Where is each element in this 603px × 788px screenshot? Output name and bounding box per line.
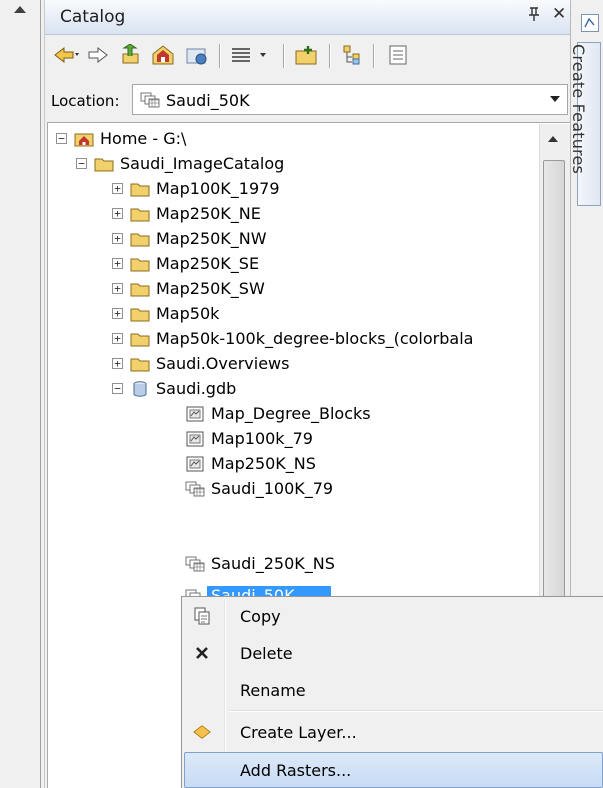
expand-icon[interactable]: +	[112, 233, 123, 244]
tree-item-label: Map100K_1979	[156, 179, 280, 198]
tree-item-label: Map250K_SW	[156, 279, 265, 298]
home-folder-icon	[74, 131, 94, 147]
tree-item-raster-dataset[interactable]: Map250K_NS	[185, 451, 316, 476]
expand-icon[interactable]: +	[112, 333, 123, 344]
copy-icon	[193, 607, 211, 625]
folder-icon	[130, 281, 150, 297]
menu-item-label: Rename	[240, 680, 306, 700]
expand-icon[interactable]: +	[112, 358, 123, 369]
tree-item-folder[interactable]: + Saudi.Overviews	[112, 351, 289, 376]
raster-dataset-icon	[185, 456, 205, 472]
tree-item-label: Saudi_ImageCatalog	[120, 154, 285, 173]
tree-item-label: Map250K_NE	[156, 204, 261, 223]
connect-folder-icon[interactable]	[183, 43, 211, 67]
menu-item-label: Delete	[240, 643, 293, 663]
tree-item-mosaic-dataset[interactable]: Saudi_100K_79	[185, 476, 333, 501]
tree-item-label: Saudi_100K_79	[211, 479, 334, 498]
tree-item-label: Map250K_SE	[156, 254, 260, 273]
menu-item-delete[interactable]: Delete	[183, 636, 603, 670]
tree-item-label: Saudi_250K_NS	[211, 554, 335, 573]
location-label: Location:	[51, 92, 120, 110]
pin-icon[interactable]	[527, 6, 541, 26]
menu-separator	[229, 710, 603, 712]
tree-item-folder[interactable]: + Map250K_NW	[112, 226, 267, 251]
folder-icon	[130, 206, 150, 222]
up-one-level-icon[interactable]	[117, 43, 143, 67]
back-arrow-icon[interactable]	[52, 43, 82, 67]
expand-icon[interactable]: +	[112, 183, 123, 194]
tree-item-folder[interactable]: + Map250K_SE	[112, 251, 259, 276]
expand-icon[interactable]: +	[112, 208, 123, 219]
new-item-icon[interactable]	[293, 43, 321, 67]
close-icon[interactable]: ✕	[552, 4, 566, 24]
menu-item-add-rasters[interactable]: Add Rasters...	[183, 753, 603, 787]
menu-item-create-layer[interactable]: Create Layer...	[183, 715, 603, 749]
catalog-toolbar	[47, 38, 567, 75]
menu-item-copy[interactable]: Copy	[183, 599, 603, 633]
layer-diamond-icon	[193, 723, 211, 741]
scroll-up-arrow-icon[interactable]	[14, 6, 26, 13]
tree-item-image-catalog[interactable]: − Saudi_ImageCatalog	[76, 151, 284, 176]
tree-item-folder[interactable]: + Map50k-100k_degree-blocks_(colorbala	[112, 326, 538, 351]
menu-item-label: Create Layer...	[240, 722, 357, 742]
tree-item-home[interactable]: − Home - G:\	[56, 126, 186, 151]
chevron-down-icon[interactable]	[550, 96, 560, 102]
tree-item-geodatabase[interactable]: − Saudi.gdb	[112, 376, 236, 401]
tree-item-label: Map250K_NS	[211, 454, 316, 473]
left-dock-strip	[0, 0, 45, 788]
menu-item-label: Copy	[240, 606, 281, 626]
view-options-icon[interactable]	[229, 43, 277, 67]
forward-arrow-icon[interactable]	[85, 43, 111, 67]
expand-icon[interactable]: +	[112, 283, 123, 294]
tree-item-label: Saudi.gdb	[156, 379, 237, 398]
panel-title: Catalog	[60, 7, 126, 27]
tree-item-mosaic-dataset[interactable]: Saudi_250K_NS	[185, 551, 335, 576]
delete-x-icon	[193, 644, 211, 662]
tree-item-label: Map50k-100k_degree-blocks_(colorbala	[156, 329, 474, 348]
tree-item-label: Saudi.Overviews	[156, 354, 290, 373]
raster-dataset-icon	[185, 406, 205, 422]
tree-item-label: Map_Degree_Blocks	[211, 404, 371, 423]
toggle-contents-icon[interactable]	[339, 43, 365, 67]
collapse-icon[interactable]: −	[112, 383, 123, 394]
create-features-icon[interactable]	[581, 14, 599, 32]
folder-icon	[130, 331, 150, 347]
collapse-icon[interactable]: −	[76, 158, 87, 169]
folder-icon	[130, 306, 150, 322]
left-dock-divider	[40, 0, 41, 788]
expand-icon[interactable]: +	[112, 258, 123, 269]
create-features-tab-label: Create Features	[569, 44, 588, 175]
options-icon[interactable]	[385, 43, 411, 67]
mosaic-dataset-icon	[185, 481, 205, 497]
tree-item-label: Map50k	[156, 304, 220, 323]
scroll-up-arrow-icon[interactable]	[548, 136, 558, 142]
menu-item-rename[interactable]: Rename	[183, 673, 603, 707]
folder-icon	[130, 256, 150, 272]
tree-item-folder[interactable]: + Map100K_1979	[112, 176, 280, 201]
home-folder-icon[interactable]	[149, 43, 177, 67]
tree-item-label: Home - G:\	[100, 129, 187, 148]
folder-icon	[94, 156, 114, 172]
raster-dataset-icon	[185, 431, 205, 447]
tree-item-folder[interactable]: + Map50k	[112, 301, 219, 326]
location-value: Saudi_50K	[166, 91, 250, 110]
expand-icon[interactable]: +	[112, 308, 123, 319]
folder-icon	[130, 181, 150, 197]
geodatabase-icon	[130, 380, 150, 397]
tree-item-folder[interactable]: + Map250K_NE	[112, 201, 261, 226]
tree-item-label: Map100k_79	[211, 429, 313, 448]
mosaic-dataset-icon	[140, 92, 160, 112]
tree-item-label: Map250K_NW	[156, 229, 267, 248]
folder-icon	[130, 231, 150, 247]
tree-item-folder[interactable]: + Map250K_SW	[112, 276, 265, 301]
mosaic-dataset-icon	[185, 556, 205, 572]
folder-icon	[130, 356, 150, 372]
tree-item-raster-dataset[interactable]: Map_Degree_Blocks	[185, 401, 371, 426]
menu-item-label: Add Rasters...	[240, 760, 352, 780]
tree-item-raster-dataset[interactable]: Map100k_79	[185, 426, 313, 451]
collapse-icon[interactable]: −	[56, 133, 67, 144]
